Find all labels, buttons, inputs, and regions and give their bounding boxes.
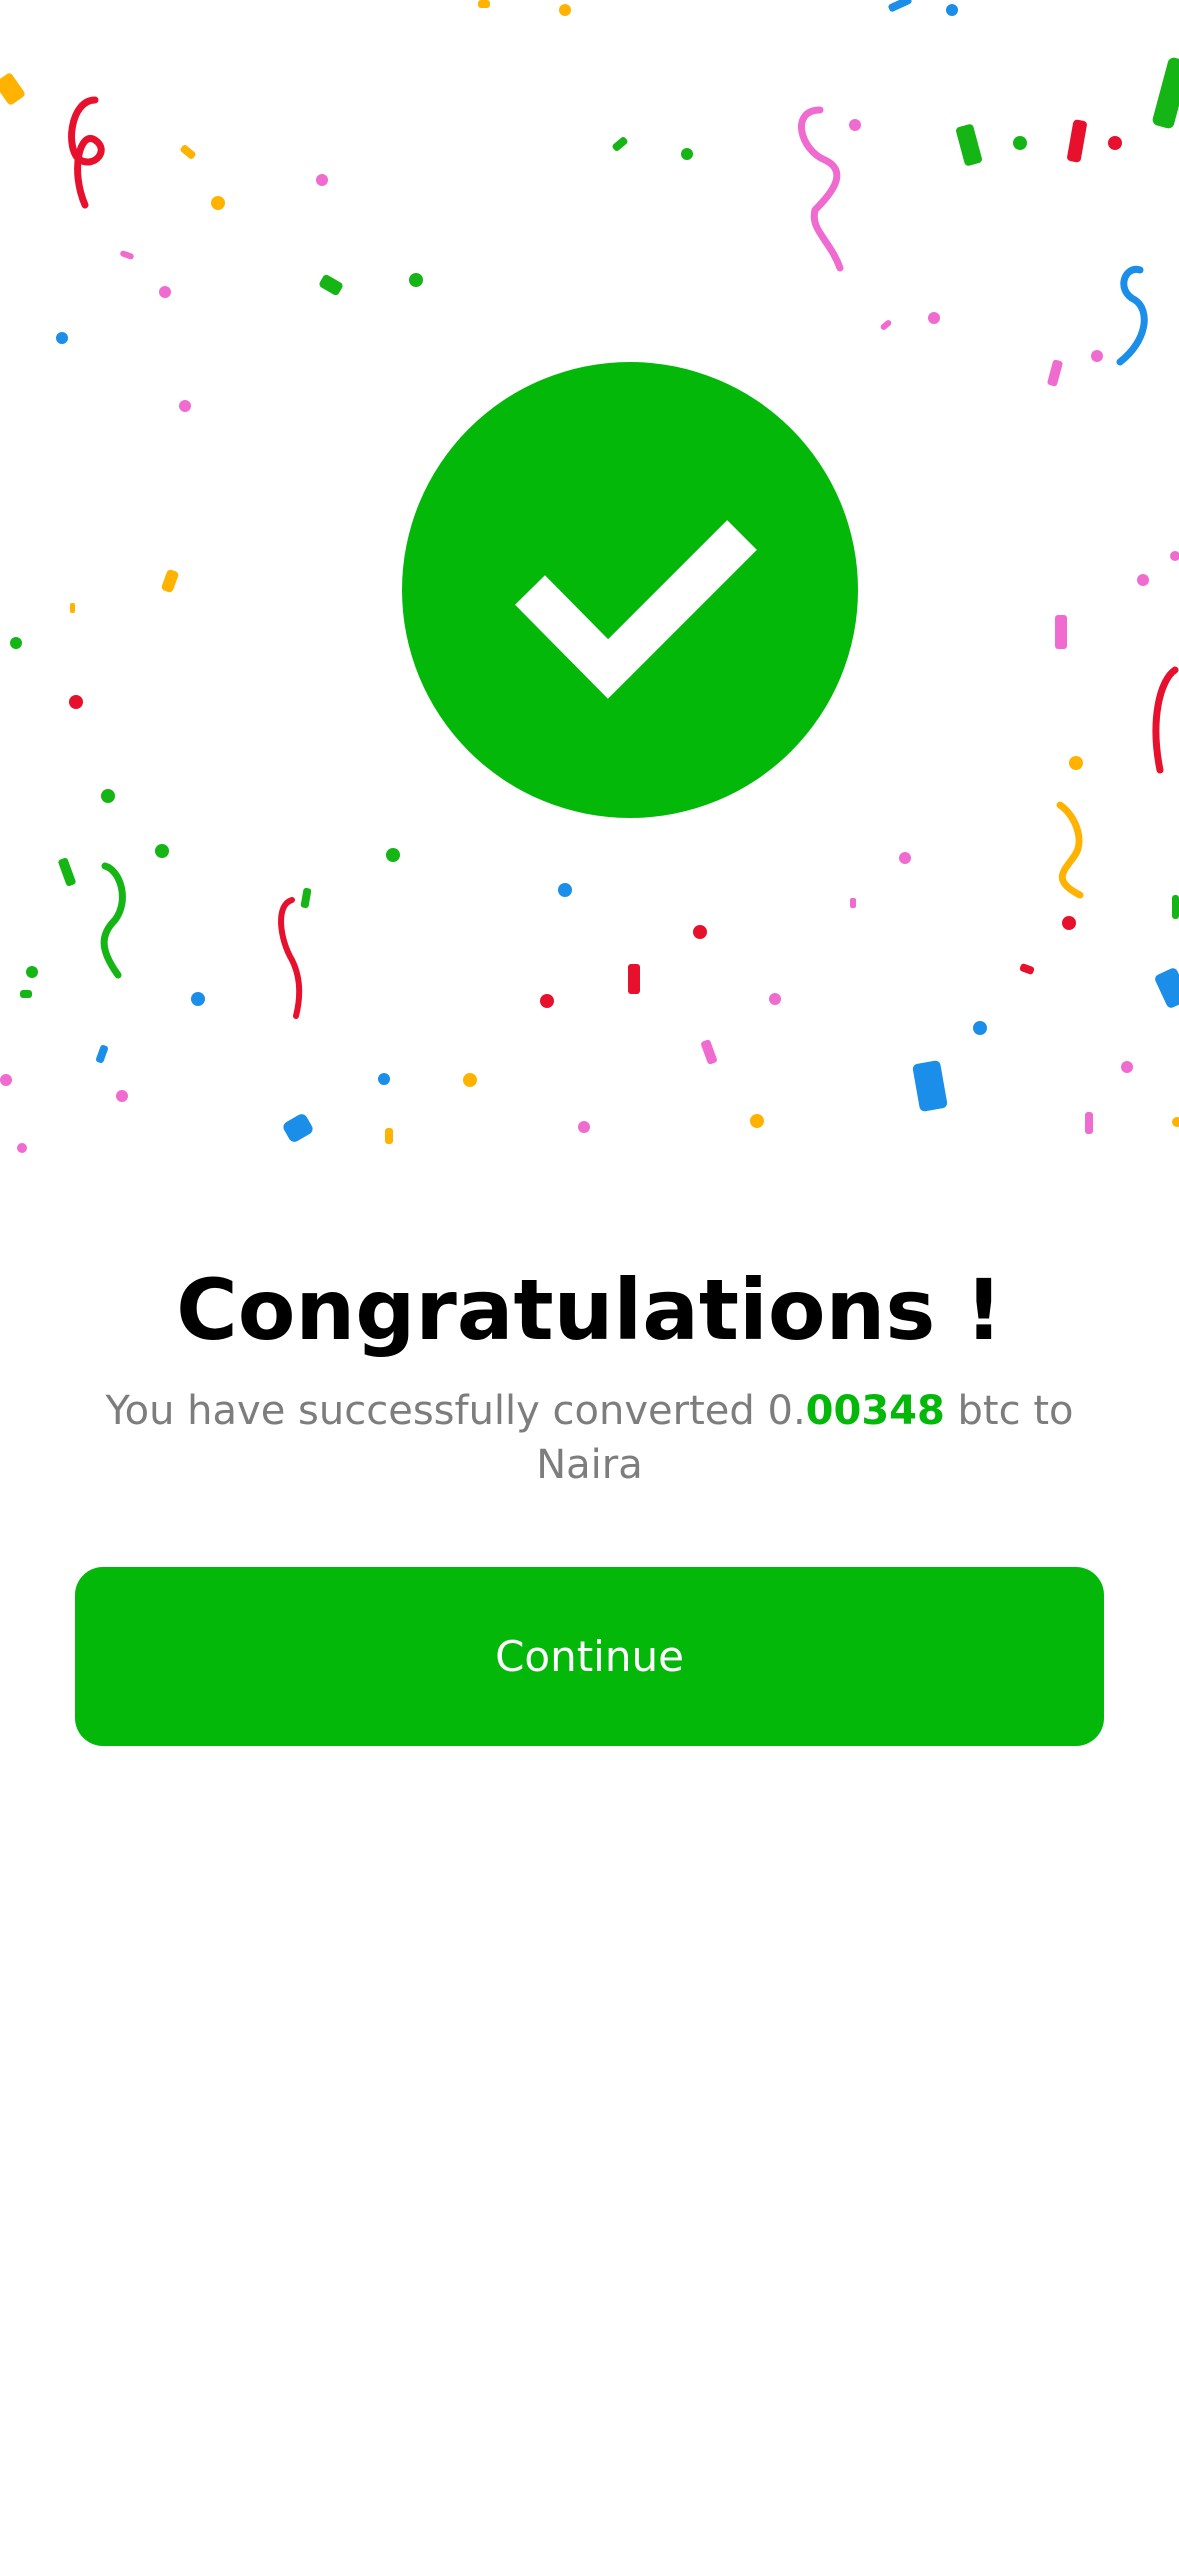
checkmark-icon xyxy=(515,520,757,699)
message-prefix: You have successfully converted 0. xyxy=(105,1388,806,1434)
congratulations-title: Congratulations ! xyxy=(176,1261,1003,1359)
conversion-message: You have successfully converted 0.00348 … xyxy=(100,1384,1079,1492)
converted-amount: 00348 xyxy=(805,1388,945,1434)
success-badge xyxy=(402,362,858,818)
continue-button[interactable]: Continue xyxy=(75,1567,1104,1746)
